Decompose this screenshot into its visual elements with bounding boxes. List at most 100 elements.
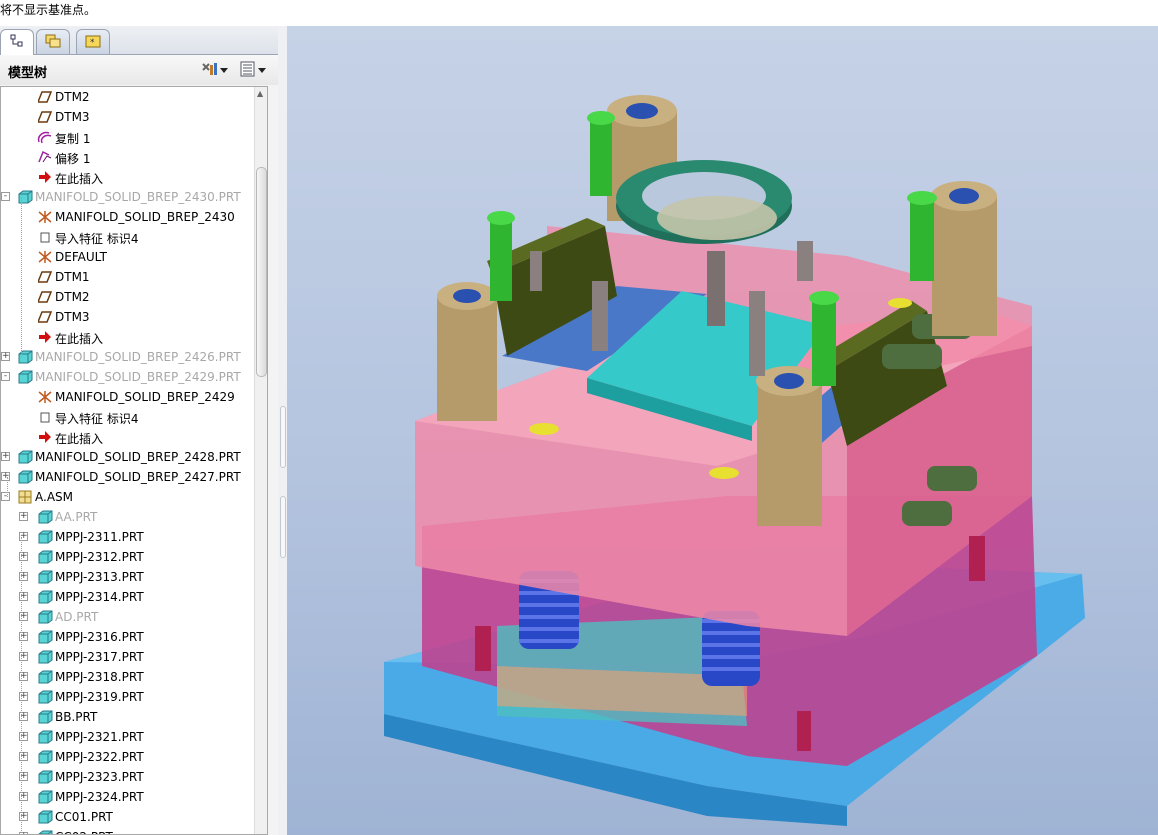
svg-text:*: * — [90, 38, 95, 48]
tree-row-label: CC02.PRT — [55, 830, 113, 834]
expand-icon[interactable]: + — [1, 452, 10, 461]
tree-row[interactable]: + MPPJ-2314.PRT — [1, 587, 253, 607]
tree-row[interactable]: - MANIFOLD_SOLID_BREP_2429.PRT — [1, 367, 253, 387]
tree-row[interactable]: + MPPJ-2322.PRT — [1, 747, 253, 767]
tree-row-label: DTM2 — [55, 290, 90, 304]
tree-row[interactable]: + MPPJ-2324.PRT — [1, 787, 253, 807]
tree-row[interactable]: DTM2 — [1, 287, 253, 307]
tree-row[interactable]: DTM3 — [1, 107, 253, 127]
guide-bushing — [437, 282, 497, 421]
scroll-up-icon[interactable]: ▲ — [257, 89, 263, 98]
part-icon — [37, 790, 53, 804]
tree-row-label: MANIFOLD_SOLID_BREP_2429.PRT — [35, 370, 241, 384]
tree-row[interactable]: 在此插入 — [1, 167, 253, 187]
tree-row[interactable]: 导入特征 标识4 — [1, 407, 253, 427]
tree-row[interactable]: MANIFOLD_SOLID_BREP_2429 — [1, 387, 253, 407]
tree-row[interactable]: DTM1 — [1, 267, 253, 287]
tree-row-label: 偏移 1 — [55, 152, 91, 166]
panel-splitter[interactable] — [278, 26, 287, 835]
tree-row[interactable]: + MPPJ-2313.PRT — [1, 567, 253, 587]
part-icon — [37, 830, 53, 834]
scroll-thumb[interactable] — [256, 167, 267, 377]
tree-row[interactable]: - A.ASM — [1, 487, 253, 507]
message-text: 将不显示基准点。 — [0, 3, 97, 17]
tree-row-label: MANIFOLD_SOLID_BREP_2427.PRT — [35, 470, 241, 484]
model-tree-tab[interactable] — [0, 29, 34, 55]
expand-icon[interactable]: + — [1, 472, 10, 481]
folder-browser-tab-icon — [44, 33, 62, 52]
part-icon — [37, 530, 53, 544]
collapse-icon[interactable]: - — [1, 372, 10, 381]
tree-scrollbar[interactable]: ▲ — [254, 87, 267, 834]
favorites-tab-icon: * — [85, 34, 101, 51]
chevron-down-icon — [258, 63, 266, 77]
tree-row[interactable]: 复制 1 — [1, 127, 253, 147]
tree-row[interactable]: + MANIFOLD_SOLID_BREP_2428.PRT — [1, 447, 253, 467]
import-feature-icon — [37, 230, 53, 244]
collapse-icon[interactable]: - — [1, 192, 10, 201]
tree-row-label: MPPJ-2318.PRT — [55, 670, 144, 684]
tree-row[interactable]: 在此插入 — [1, 427, 253, 447]
navigator-tabs: * — [0, 26, 278, 55]
tree-row[interactable]: DTM2 — [1, 87, 253, 107]
tree-row[interactable]: - MANIFOLD_SOLID_BREP_2430.PRT — [1, 187, 253, 207]
tree-row[interactable]: + MPPJ-2316.PRT — [1, 627, 253, 647]
tree-row-label: A.ASM — [35, 490, 73, 504]
tree-row[interactable]: DEFAULT — [1, 247, 253, 267]
tree-connector — [21, 537, 22, 834]
tree-row[interactable]: 偏移 1 — [1, 147, 253, 167]
tree-show-button[interactable] — [240, 61, 266, 79]
tree-row[interactable]: + MANIFOLD_SOLID_BREP_2426.PRT — [1, 347, 253, 367]
datum-plane-icon — [37, 310, 53, 324]
folder-browser-tab[interactable] — [36, 29, 70, 54]
part-icon — [37, 630, 53, 644]
tree-row[interactable]: 在此插入 — [1, 327, 253, 347]
tree-row[interactable]: + MPPJ-2319.PRT — [1, 687, 253, 707]
tree-show-icon — [240, 61, 256, 80]
tree-settings-button[interactable] — [200, 61, 228, 79]
tree-row-label: DTM3 — [55, 310, 90, 324]
tree-row[interactable]: + MPPJ-2312.PRT — [1, 547, 253, 567]
insert-here-arrow-icon — [37, 430, 53, 444]
collapse-icon[interactable]: - — [1, 492, 10, 501]
tree-row[interactable]: + BB.PRT — [1, 707, 253, 727]
tree-row[interactable]: + CC01.PRT — [1, 807, 253, 827]
tree-settings-icon — [200, 61, 218, 80]
tree-row[interactable]: + MPPJ-2323.PRT — [1, 767, 253, 787]
model-tree[interactable]: DTM2 DTM3 复制 1 偏移 1 在此插入 - MANIFOLD_SOLID_BREP… — [0, 86, 268, 835]
part-icon — [37, 750, 53, 764]
green-bolt — [487, 211, 515, 301]
splitter-grip[interactable] — [280, 496, 286, 558]
tree-row[interactable]: + AD.PRT — [1, 607, 253, 627]
tree-row[interactable]: + MPPJ-2321.PRT — [1, 727, 253, 747]
tree-row[interactable]: +CC02.PRT — [1, 827, 253, 834]
tree-row[interactable]: + MANIFOLD_SOLID_BREP_2427.PRT — [1, 467, 253, 487]
tree-row[interactable]: + MPPJ-2311.PRT — [1, 527, 253, 547]
graphics-viewport[interactable] — [287, 26, 1158, 835]
favorites-tab[interactable]: * — [76, 29, 110, 54]
splitter-grip[interactable] — [280, 406, 286, 468]
tree-connector — [21, 197, 22, 357]
tree-row-label: MANIFOLD_SOLID_BREP_2430.PRT — [35, 190, 241, 204]
tree-row-label: MPPJ-2319.PRT — [55, 690, 144, 704]
tree-row[interactable]: 导入特征 标识4 — [1, 227, 253, 247]
tree-row[interactable]: + MPPJ-2317.PRT — [1, 647, 253, 667]
tree-row[interactable]: + AA.PRT — [1, 507, 253, 527]
expand-icon[interactable]: + — [19, 512, 28, 521]
tree-row-label: CC01.PRT — [55, 810, 113, 824]
datum-plane-icon — [37, 270, 53, 284]
tree-row[interactable]: MANIFOLD_SOLID_BREP_2430 — [1, 207, 253, 227]
import-feature-icon — [37, 410, 53, 424]
tree-row-label: MPPJ-2311.PRT — [55, 530, 144, 544]
part-icon — [37, 590, 53, 604]
tree-row-label: 导入特征 标识4 — [55, 232, 139, 246]
tree-row[interactable]: DTM3 — [1, 307, 253, 327]
tree-row-label: MANIFOLD_SOLID_BREP_2426.PRT — [35, 350, 241, 364]
datum-plane-icon — [37, 110, 53, 124]
part-icon — [17, 450, 33, 464]
offset-feature-icon — [37, 150, 53, 164]
chevron-down-icon — [220, 63, 228, 77]
expand-icon[interactable]: + — [1, 352, 10, 361]
tree-row[interactable]: + MPPJ-2318.PRT — [1, 667, 253, 687]
part-icon — [37, 550, 53, 564]
